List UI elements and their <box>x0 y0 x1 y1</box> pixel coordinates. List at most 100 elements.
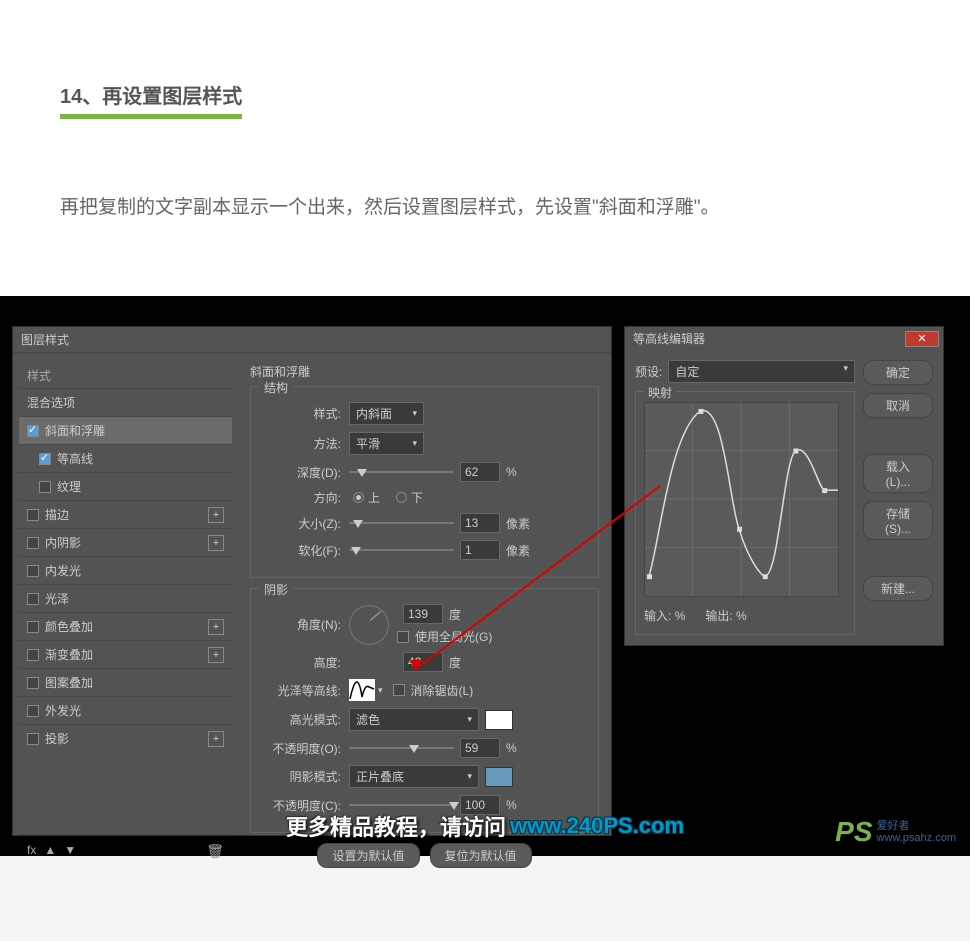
drop-shadow-row[interactable]: 投影 + <box>19 724 232 752</box>
reset-default-button[interactable]: 复位为默认值 <box>430 843 532 868</box>
styles-list-panel: 样式 混合选项 斜面和浮雕 等高线 纹理 描边 + <box>13 353 238 878</box>
logo-sub1: 爱好者 <box>877 820 956 832</box>
pattern-overlay-row[interactable]: 图案叠加 <box>19 668 232 696</box>
ok-button[interactable]: 确定 <box>863 360 933 385</box>
style-select[interactable]: 内斜面 ▾ <box>349 402 424 425</box>
contour-thumbnail <box>349 679 375 701</box>
direction-up-radio[interactable] <box>353 492 364 503</box>
contour-row[interactable]: 等高线 <box>19 444 232 472</box>
color-overlay-checkbox[interactable] <box>27 621 39 633</box>
inner-shadow-row[interactable]: 内阴影 + <box>19 528 232 556</box>
soften-slider[interactable] <box>349 544 454 556</box>
gradient-overlay-add-icon[interactable]: + <box>208 647 224 663</box>
cancel-button[interactable]: 取消 <box>863 393 933 418</box>
load-button[interactable]: 载入(L)... <box>863 454 933 493</box>
depth-input[interactable]: 62 <box>460 462 500 482</box>
highlight-mode-label: 高光模式: <box>261 711 349 728</box>
shadow-color-swatch[interactable] <box>485 767 513 787</box>
curve-editor[interactable] <box>644 402 839 597</box>
outer-glow-label: 外发光 <box>45 702 81 719</box>
satin-row[interactable]: 光泽 <box>19 584 232 612</box>
trash-icon[interactable]: 🗑 <box>206 843 224 860</box>
highlight-opacity-input[interactable]: 59 <box>460 738 500 758</box>
inner-glow-checkbox[interactable] <box>27 565 39 577</box>
blend-options-label: 混合选项 <box>27 394 75 411</box>
gradient-overlay-checkbox[interactable] <box>27 649 39 661</box>
screenshot-container: 图层样式 样式 混合选项 斜面和浮雕 等高线 纹理 <box>0 296 970 856</box>
highlight-opacity-slider[interactable] <box>349 742 454 754</box>
size-input[interactable]: 13 <box>460 513 500 533</box>
preset-value: 自定 <box>675 363 699 380</box>
texture-row[interactable]: 纹理 <box>19 472 232 500</box>
gradient-overlay-label: 渐变叠加 <box>45 646 93 663</box>
technique-label: 方法: <box>261 435 349 452</box>
input-unit: % <box>675 609 686 623</box>
angle-label: 角度(N): <box>261 616 349 633</box>
bevel-checkbox[interactable] <box>27 425 39 437</box>
stroke-checkbox[interactable] <box>27 509 39 521</box>
output-unit: % <box>736 609 747 623</box>
drop-shadow-checkbox[interactable] <box>27 733 39 745</box>
gradient-overlay-row[interactable]: 渐变叠加 + <box>19 640 232 668</box>
inner-shadow-add-icon[interactable]: + <box>208 535 224 551</box>
bevel-panel-title: 斜面和浮雕 <box>250 363 599 380</box>
technique-value: 平滑 <box>356 435 380 452</box>
global-light-checkbox[interactable] <box>397 631 409 643</box>
layer-style-dialog: 图层样式 样式 混合选项 斜面和浮雕 等高线 纹理 <box>12 326 612 836</box>
chevron-down-icon: ▾ <box>412 408 417 419</box>
bevel-emboss-row[interactable]: 斜面和浮雕 <box>19 416 232 444</box>
save-button[interactable]: 存储(S)... <box>863 501 933 540</box>
depth-label: 深度(D): <box>261 464 349 481</box>
gloss-contour-picker[interactable]: ▾ <box>349 679 383 701</box>
outer-glow-checkbox[interactable] <box>27 705 39 717</box>
shading-legend: 阴影 <box>259 581 293 598</box>
highlight-mode-select[interactable]: 滤色▾ <box>349 708 479 731</box>
style-value: 内斜面 <box>356 405 392 422</box>
blend-options-row[interactable]: 混合选项 <box>19 388 232 416</box>
direction-label: 方向: <box>261 489 349 506</box>
shadow-mode-value: 正片叠底 <box>356 768 404 785</box>
input-label: 输入: <box>644 609 671 623</box>
preset-select[interactable]: 自定▾ <box>668 360 855 383</box>
technique-select[interactable]: 平滑▾ <box>349 432 424 455</box>
mapping-legend: 映射 <box>644 384 676 401</box>
soften-label: 软化(F): <box>261 542 349 559</box>
highlight-color-swatch[interactable] <box>485 710 513 730</box>
logo-badge: PS <box>835 816 872 848</box>
soften-input[interactable]: 1 <box>460 540 500 560</box>
satin-checkbox[interactable] <box>27 593 39 605</box>
anti-alias-label: 消除锯齿(L) <box>411 682 474 699</box>
contour-checkbox[interactable] <box>39 453 51 465</box>
depth-slider[interactable] <box>349 466 454 478</box>
chevron-down-icon: ▾ <box>467 714 472 725</box>
set-default-button[interactable]: 设置为默认值 <box>317 843 419 868</box>
size-label: 大小(Z): <box>261 515 349 532</box>
close-icon[interactable]: ✕ <box>905 331 939 347</box>
satin-label: 光泽 <box>45 590 69 607</box>
inner-glow-row[interactable]: 内发光 <box>19 556 232 584</box>
size-slider[interactable] <box>349 517 454 529</box>
inner-shadow-checkbox[interactable] <box>27 537 39 549</box>
fx-menu-icon[interactable]: fx <box>27 843 36 860</box>
global-light-label: 使用全局光(G) <box>415 628 492 645</box>
texture-checkbox[interactable] <box>39 481 51 493</box>
anti-alias-checkbox[interactable] <box>393 684 405 696</box>
angle-dial[interactable] <box>349 605 389 645</box>
arrow-down-icon[interactable]: ▼ <box>64 843 76 860</box>
color-overlay-row[interactable]: 颜色叠加 + <box>19 612 232 640</box>
direction-up-label: 上 <box>368 489 380 506</box>
pattern-overlay-checkbox[interactable] <box>27 677 39 689</box>
shadow-mode-select[interactable]: 正片叠底▾ <box>349 765 479 788</box>
size-unit: 像素 <box>506 515 530 532</box>
drop-shadow-label: 投影 <box>45 730 69 747</box>
stroke-row[interactable]: 描边 + <box>19 500 232 528</box>
angle-unit: 度 <box>449 606 461 623</box>
outer-glow-row[interactable]: 外发光 <box>19 696 232 724</box>
new-button[interactable]: 新建... <box>863 576 933 601</box>
arrow-up-icon[interactable]: ▲ <box>44 843 56 860</box>
color-overlay-add-icon[interactable]: + <box>208 619 224 635</box>
direction-down-radio[interactable] <box>396 492 407 503</box>
angle-input[interactable]: 139 <box>403 604 443 624</box>
drop-shadow-add-icon[interactable]: + <box>208 731 224 747</box>
stroke-add-icon[interactable]: + <box>208 507 224 523</box>
